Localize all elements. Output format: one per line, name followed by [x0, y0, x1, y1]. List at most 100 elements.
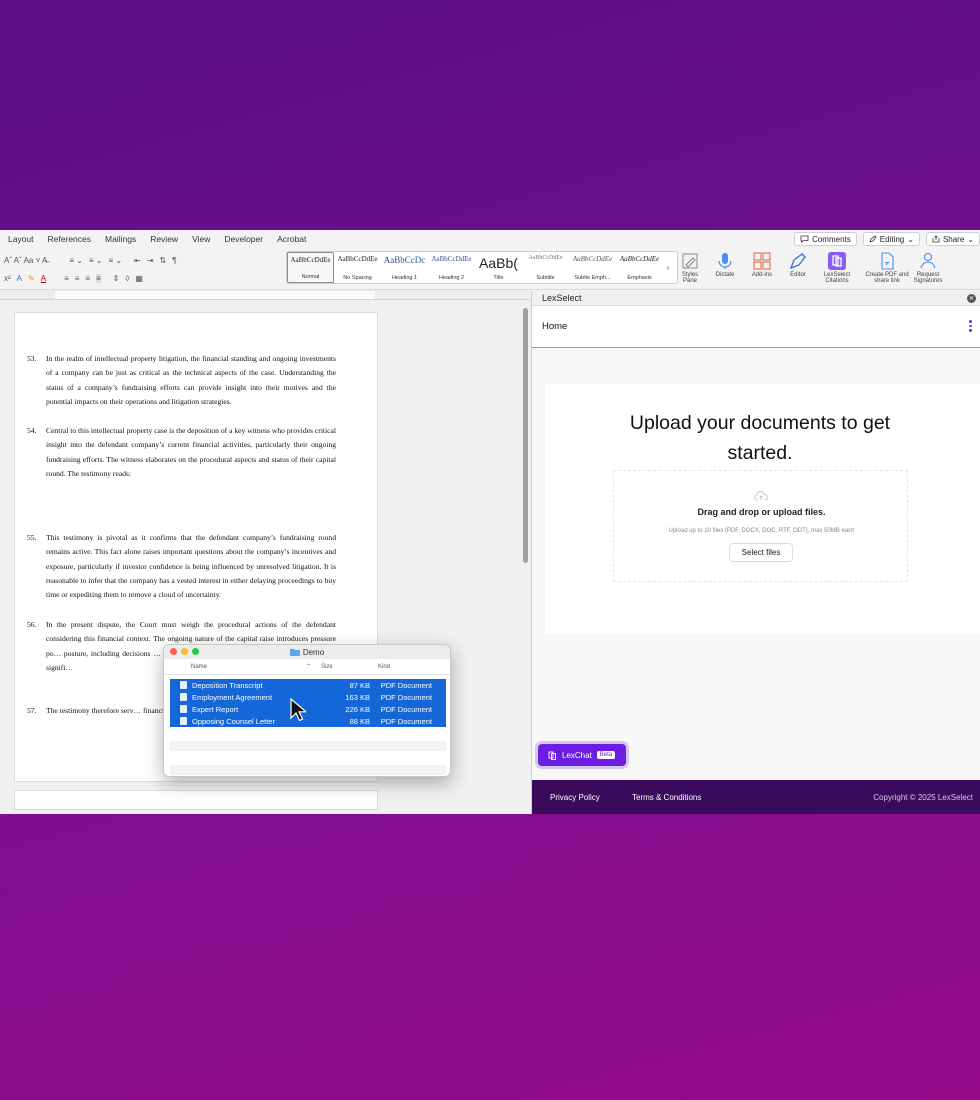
paragraph-text: In the realm of intellectual property li…: [46, 354, 336, 406]
style-emphasis[interactable]: AaBbCcDdEe Emphasis: [616, 252, 663, 283]
close-window-button[interactable]: [170, 648, 177, 655]
pilcrow-icon[interactable]: ¶: [172, 256, 176, 265]
finder-window[interactable]: Demo Name ⌃ Size Kind Deposition Transcr…: [163, 644, 451, 777]
close-icon[interactable]: ✕: [967, 294, 976, 303]
font-controls: Aˆ Aˇ Aa ˅ A̶ ≡ ⌄ ≡ ⌄ ≡ ⌄ ⇤ ⇥ ⇅ ¶: [4, 256, 177, 265]
style-no-spacing[interactable]: AaBbCcDdEe No Spacing: [334, 252, 381, 283]
upload-heading: Upload your documents to get started.: [629, 412, 891, 464]
ruler[interactable]: [0, 290, 530, 300]
ruler-text-area: [55, 291, 375, 299]
style-subtitle[interactable]: AaBbCcDdEe Subtitle: [522, 252, 569, 283]
request-signatures-button[interactable]: Request Signatures: [910, 252, 946, 285]
tab-references[interactable]: References: [48, 234, 91, 244]
terms-link[interactable]: Terms & Conditions: [632, 793, 701, 802]
shading-icon[interactable]: ◊: [125, 274, 129, 283]
file-size: 163 KB: [345, 692, 370, 702]
style-sample: AaBb(: [479, 255, 518, 271]
paragraph-number: 55.: [27, 533, 37, 542]
editor-button[interactable]: Editor: [785, 252, 811, 278]
file-name: Deposition Transcript: [192, 680, 263, 690]
lexselect-citations-label: LexSelect Citations: [823, 272, 851, 285]
styles-pane-button[interactable]: Styles Pane: [679, 252, 701, 285]
lexchat-button[interactable]: LexChat Beta: [538, 744, 626, 766]
file-size: 87 KB: [349, 680, 370, 690]
minimize-window-button[interactable]: [181, 648, 188, 655]
style-name: Heading 1: [391, 275, 418, 281]
file-kind: PDF Document: [380, 692, 432, 702]
drop-zone[interactable]: Drag and drop or upload files. Upload up…: [613, 470, 908, 582]
multilevel-icon[interactable]: ≡ ⌄: [109, 256, 123, 265]
justify-icon[interactable]: ≡: [96, 274, 101, 283]
vertical-scrollbar[interactable]: [523, 308, 528, 563]
tab-view[interactable]: View: [192, 234, 210, 244]
share-label: Share: [942, 234, 965, 244]
lexchat-label: LexChat: [562, 750, 592, 760]
style-heading-2[interactable]: AaBbCcDdEe Heading 2: [428, 252, 475, 283]
addins-button[interactable]: Add-ins: [748, 252, 776, 278]
lexselect-citations-button[interactable]: LexSelect Citations: [818, 252, 856, 285]
align-left-icon[interactable]: ≡: [64, 274, 69, 283]
share-button[interactable]: Share ⌄: [925, 232, 980, 246]
paragraph-number: 56.: [27, 620, 37, 629]
align-center-icon[interactable]: ≡: [75, 274, 80, 283]
paragraph-number: 53.: [27, 354, 37, 363]
indent-decrease-icon[interactable]: ⇤: [134, 256, 141, 265]
style-sample: AaBbCcDdEe: [572, 255, 613, 263]
style-title[interactable]: AaBb( Title: [475, 252, 522, 283]
finder-title: Demo: [302, 647, 325, 657]
styles-gallery: AaBbCcDdEe Normal AaBbCcDdEe No Spacing …: [286, 251, 678, 284]
text-effects-icon[interactable]: A: [17, 274, 22, 283]
column-name[interactable]: Name: [191, 664, 207, 670]
font-color-icon[interactable]: A: [41, 274, 46, 283]
bullets-icon[interactable]: ≡ ⌄: [69, 256, 83, 265]
style-name: Title: [493, 275, 504, 281]
borders-icon[interactable]: ▦: [135, 274, 143, 283]
finder-titlebar[interactable]: Demo: [164, 645, 450, 659]
file-row[interactable]: Employment Agreement 163 KB PDF Document: [170, 691, 446, 703]
sort-icon[interactable]: ⇅: [160, 256, 167, 265]
style-subtle-emphasis[interactable]: AaBbCcDdEe Subtle Emph...: [569, 252, 616, 283]
file-size: 226 KB: [345, 704, 370, 714]
tab-developer[interactable]: Developer: [224, 234, 263, 244]
microphone-icon: [718, 253, 732, 269]
column-kind[interactable]: Kind: [378, 664, 390, 670]
editor-icon: [789, 253, 806, 270]
empty-row: [170, 765, 446, 775]
tab-review[interactable]: Review: [150, 234, 178, 244]
line-spacing-icon[interactable]: ⇕: [113, 274, 120, 283]
paragraph-number: 54.: [27, 426, 37, 435]
editor-label: Editor: [790, 272, 806, 278]
font-size-controls[interactable]: Aˆ Aˇ Aa ˅ A̶: [4, 256, 47, 265]
file-row[interactable]: Deposition Transcript 87 KB PDF Document: [170, 679, 446, 691]
zoom-window-button[interactable]: [192, 648, 199, 655]
tab-acrobat[interactable]: Acrobat: [277, 234, 306, 244]
highlight-icon[interactable]: ✎: [28, 274, 35, 283]
chevron-right-icon[interactable]: ›: [663, 252, 673, 283]
dictate-button[interactable]: Dictate: [712, 252, 738, 278]
pane-title: LexSelect: [542, 293, 582, 303]
create-pdf-button[interactable]: Create PDF and share link: [864, 252, 910, 285]
align-right-icon[interactable]: ≡: [85, 274, 90, 283]
chat-icon: [548, 751, 556, 760]
signature-icon: [920, 252, 936, 269]
superscript-icon[interactable]: x²: [4, 274, 11, 283]
style-normal[interactable]: AaBbCcDdEe Normal: [287, 252, 334, 283]
more-options-icon[interactable]: [969, 320, 972, 332]
column-size[interactable]: Size: [321, 664, 333, 670]
addins-label: Add-ins: [751, 272, 773, 278]
file-row[interactable]: Expert Report 226 KB PDF Document: [170, 703, 446, 715]
pdf-link-icon: [881, 252, 894, 270]
indent-increase-icon[interactable]: ⇥: [147, 256, 154, 265]
drop-instructions: Drag and drop or upload files.: [697, 507, 826, 517]
privacy-policy-link[interactable]: Privacy Policy: [550, 793, 600, 802]
style-heading-1[interactable]: AaBbCcDc Heading 1: [381, 252, 428, 283]
select-files-button[interactable]: Select files: [729, 543, 793, 562]
file-row[interactable]: Opposing Counsel Letter 88 KB PDF Docume…: [170, 715, 446, 727]
editing-dropdown[interactable]: Editing ⌄: [862, 232, 920, 246]
paragraph-text: This testimony is pivotal as it confirms…: [46, 533, 336, 600]
numbering-icon[interactable]: ≡ ⌄: [89, 256, 103, 265]
tab-mailings[interactable]: Mailings: [105, 234, 136, 244]
comments-button[interactable]: Comments: [794, 232, 857, 246]
tab-layout[interactable]: Layout: [8, 234, 34, 244]
folder-icon: [289, 649, 300, 656]
